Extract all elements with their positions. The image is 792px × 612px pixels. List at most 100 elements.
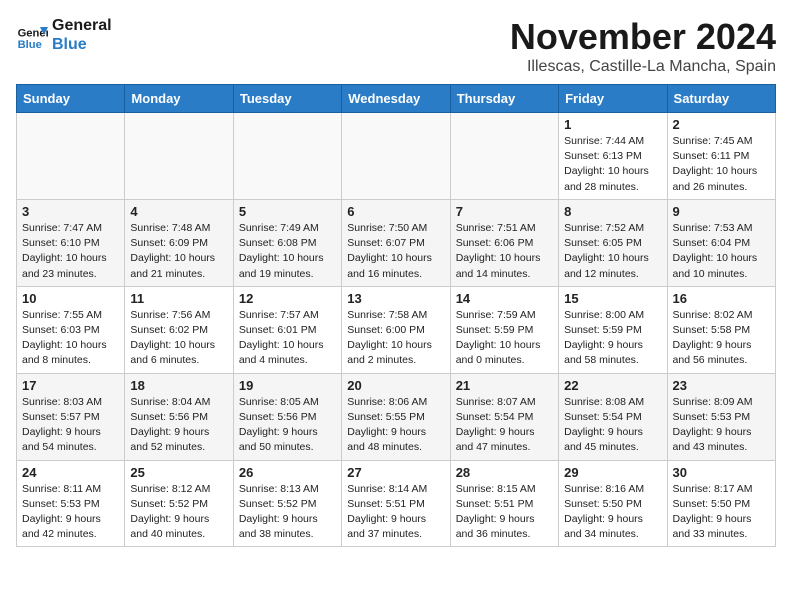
day-info: Sunrise: 8:15 AM Sunset: 5:51 PM Dayligh… xyxy=(456,482,553,543)
day-info: Sunrise: 8:09 AM Sunset: 5:53 PM Dayligh… xyxy=(673,395,770,456)
day-number: 23 xyxy=(673,378,770,393)
day-number: 19 xyxy=(239,378,336,393)
day-number: 29 xyxy=(564,465,661,480)
empty-cell xyxy=(450,113,558,200)
day-number: 10 xyxy=(22,291,119,306)
day-cell-17: 17 Sunrise: 8:03 AM Sunset: 5:57 PM Dayli… xyxy=(17,373,125,460)
day-cell-10: 10 Sunrise: 7:55 AM Sunset: 6:03 PM Dayli… xyxy=(17,286,125,373)
day-cell-7: 7 Sunrise: 7:51 AM Sunset: 6:06 PM Daylig… xyxy=(450,199,558,286)
day-info: Sunrise: 7:53 AM Sunset: 6:04 PM Dayligh… xyxy=(673,221,770,282)
day-info: Sunrise: 7:49 AM Sunset: 6:08 PM Dayligh… xyxy=(239,221,336,282)
day-info: Sunrise: 8:14 AM Sunset: 5:51 PM Dayligh… xyxy=(347,482,444,543)
day-number: 17 xyxy=(22,378,119,393)
day-number: 14 xyxy=(456,291,553,306)
day-number: 1 xyxy=(564,117,661,132)
day-info: Sunrise: 7:55 AM Sunset: 6:03 PM Dayligh… xyxy=(22,308,119,369)
header-cell-tuesday: Tuesday xyxy=(233,85,341,113)
day-cell-3: 3 Sunrise: 7:47 AM Sunset: 6:10 PM Daylig… xyxy=(17,199,125,286)
day-cell-29: 29 Sunrise: 8:16 AM Sunset: 5:50 PM Dayli… xyxy=(559,460,667,547)
header-cell-wednesday: Wednesday xyxy=(342,85,450,113)
day-info: Sunrise: 8:04 AM Sunset: 5:56 PM Dayligh… xyxy=(130,395,227,456)
day-number: 20 xyxy=(347,378,444,393)
empty-cell xyxy=(342,113,450,200)
day-number: 6 xyxy=(347,204,444,219)
day-number: 13 xyxy=(347,291,444,306)
calendar-table: SundayMondayTuesdayWednesdayThursdayFrid… xyxy=(16,84,776,547)
day-number: 22 xyxy=(564,378,661,393)
header-row: SundayMondayTuesdayWednesdayThursdayFrid… xyxy=(17,85,776,113)
header-cell-monday: Monday xyxy=(125,85,233,113)
day-info: Sunrise: 7:50 AM Sunset: 6:07 PM Dayligh… xyxy=(347,221,444,282)
logo-line2: Blue xyxy=(52,35,112,54)
day-number: 24 xyxy=(22,465,119,480)
day-number: 27 xyxy=(347,465,444,480)
day-number: 25 xyxy=(130,465,227,480)
day-number: 9 xyxy=(673,204,770,219)
week-row-3: 10 Sunrise: 7:55 AM Sunset: 6:03 PM Dayli… xyxy=(17,286,776,373)
day-cell-15: 15 Sunrise: 8:00 AM Sunset: 5:59 PM Dayli… xyxy=(559,286,667,373)
day-cell-19: 19Sunrise: 8:05 AM Sunset: 5:56 PM Dayli… xyxy=(233,373,341,460)
day-info: Sunrise: 7:56 AM Sunset: 6:02 PM Dayligh… xyxy=(130,308,227,369)
day-number: 12 xyxy=(239,291,336,306)
day-number: 30 xyxy=(673,465,770,480)
day-cell-8: 8 Sunrise: 7:52 AM Sunset: 6:05 PM Daylig… xyxy=(559,199,667,286)
logo-line1: General xyxy=(52,16,112,35)
day-info: Sunrise: 7:57 AM Sunset: 6:01 PM Dayligh… xyxy=(239,308,336,369)
logo-icon: General Blue xyxy=(16,19,48,51)
day-cell-4: 4 Sunrise: 7:48 AM Sunset: 6:09 PM Daylig… xyxy=(125,199,233,286)
day-cell-14: 14Sunrise: 7:59 AM Sunset: 5:59 PM Dayli… xyxy=(450,286,558,373)
day-cell-18: 18 Sunrise: 8:04 AM Sunset: 5:56 PM Dayli… xyxy=(125,373,233,460)
header-cell-sunday: Sunday xyxy=(17,85,125,113)
day-info: Sunrise: 8:02 AM Sunset: 5:58 PM Dayligh… xyxy=(673,308,770,369)
day-cell-6: 6 Sunrise: 7:50 AM Sunset: 6:07 PM Daylig… xyxy=(342,199,450,286)
day-cell-22: 22 Sunrise: 8:08 AM Sunset: 5:54 PM Dayli… xyxy=(559,373,667,460)
day-number: 8 xyxy=(564,204,661,219)
day-cell-26: 26Sunrise: 8:13 AM Sunset: 5:52 PM Dayli… xyxy=(233,460,341,547)
day-cell-24: 24Sunrise: 8:11 AM Sunset: 5:53 PM Dayli… xyxy=(17,460,125,547)
header-cell-saturday: Saturday xyxy=(667,85,775,113)
week-row-1: 1Sunrise: 7:44 AM Sunset: 6:13 PM Daylig… xyxy=(17,113,776,200)
day-info: Sunrise: 7:58 AM Sunset: 6:00 PM Dayligh… xyxy=(347,308,444,369)
day-number: 4 xyxy=(130,204,227,219)
month-title: November 2024 xyxy=(510,16,776,58)
day-cell-13: 13 Sunrise: 7:58 AM Sunset: 6:00 PM Dayli… xyxy=(342,286,450,373)
svg-text:Blue: Blue xyxy=(18,39,42,51)
empty-cell xyxy=(233,113,341,200)
day-info: Sunrise: 7:45 AM Sunset: 6:11 PM Dayligh… xyxy=(673,134,770,195)
day-cell-28: 28 Sunrise: 8:15 AM Sunset: 5:51 PM Dayli… xyxy=(450,460,558,547)
day-cell-20: 20 Sunrise: 8:06 AM Sunset: 5:55 PM Dayli… xyxy=(342,373,450,460)
empty-cell xyxy=(17,113,125,200)
day-info: Sunrise: 7:52 AM Sunset: 6:05 PM Dayligh… xyxy=(564,221,661,282)
day-number: 21 xyxy=(456,378,553,393)
day-info: Sunrise: 7:48 AM Sunset: 6:09 PM Dayligh… xyxy=(130,221,227,282)
day-cell-2: 2 Sunrise: 7:45 AM Sunset: 6:11 PM Daylig… xyxy=(667,113,775,200)
day-info: Sunrise: 8:13 AM Sunset: 5:52 PM Dayligh… xyxy=(239,482,336,543)
day-cell-27: 27 Sunrise: 8:14 AM Sunset: 5:51 PM Dayli… xyxy=(342,460,450,547)
day-info: Sunrise: 8:00 AM Sunset: 5:59 PM Dayligh… xyxy=(564,308,661,369)
day-number: 2 xyxy=(673,117,770,132)
week-row-4: 17 Sunrise: 8:03 AM Sunset: 5:57 PM Dayli… xyxy=(17,373,776,460)
day-info: Sunrise: 8:03 AM Sunset: 5:57 PM Dayligh… xyxy=(22,395,119,456)
day-info: Sunrise: 8:12 AM Sunset: 5:52 PM Dayligh… xyxy=(130,482,227,543)
day-info: Sunrise: 8:07 AM Sunset: 5:54 PM Dayligh… xyxy=(456,395,553,456)
header-cell-friday: Friday xyxy=(559,85,667,113)
day-cell-23: 23 Sunrise: 8:09 AM Sunset: 5:53 PM Dayli… xyxy=(667,373,775,460)
day-info: Sunrise: 7:47 AM Sunset: 6:10 PM Dayligh… xyxy=(22,221,119,282)
day-info: Sunrise: 8:08 AM Sunset: 5:54 PM Dayligh… xyxy=(564,395,661,456)
day-number: 7 xyxy=(456,204,553,219)
day-cell-1: 1Sunrise: 7:44 AM Sunset: 6:13 PM Daylig… xyxy=(559,113,667,200)
day-info: Sunrise: 8:06 AM Sunset: 5:55 PM Dayligh… xyxy=(347,395,444,456)
day-number: 28 xyxy=(456,465,553,480)
location-subtitle: Illescas, Castille-La Mancha, Spain xyxy=(510,58,776,76)
day-number: 11 xyxy=(130,291,227,306)
day-cell-5: 5 Sunrise: 7:49 AM Sunset: 6:08 PM Daylig… xyxy=(233,199,341,286)
day-info: Sunrise: 7:51 AM Sunset: 6:06 PM Dayligh… xyxy=(456,221,553,282)
logo: General Blue General Blue xyxy=(16,16,112,54)
day-number: 15 xyxy=(564,291,661,306)
day-info: Sunrise: 8:16 AM Sunset: 5:50 PM Dayligh… xyxy=(564,482,661,543)
day-number: 16 xyxy=(673,291,770,306)
day-number: 3 xyxy=(22,204,119,219)
day-number: 18 xyxy=(130,378,227,393)
day-cell-21: 21 Sunrise: 8:07 AM Sunset: 5:54 PM Dayli… xyxy=(450,373,558,460)
day-number: 5 xyxy=(239,204,336,219)
